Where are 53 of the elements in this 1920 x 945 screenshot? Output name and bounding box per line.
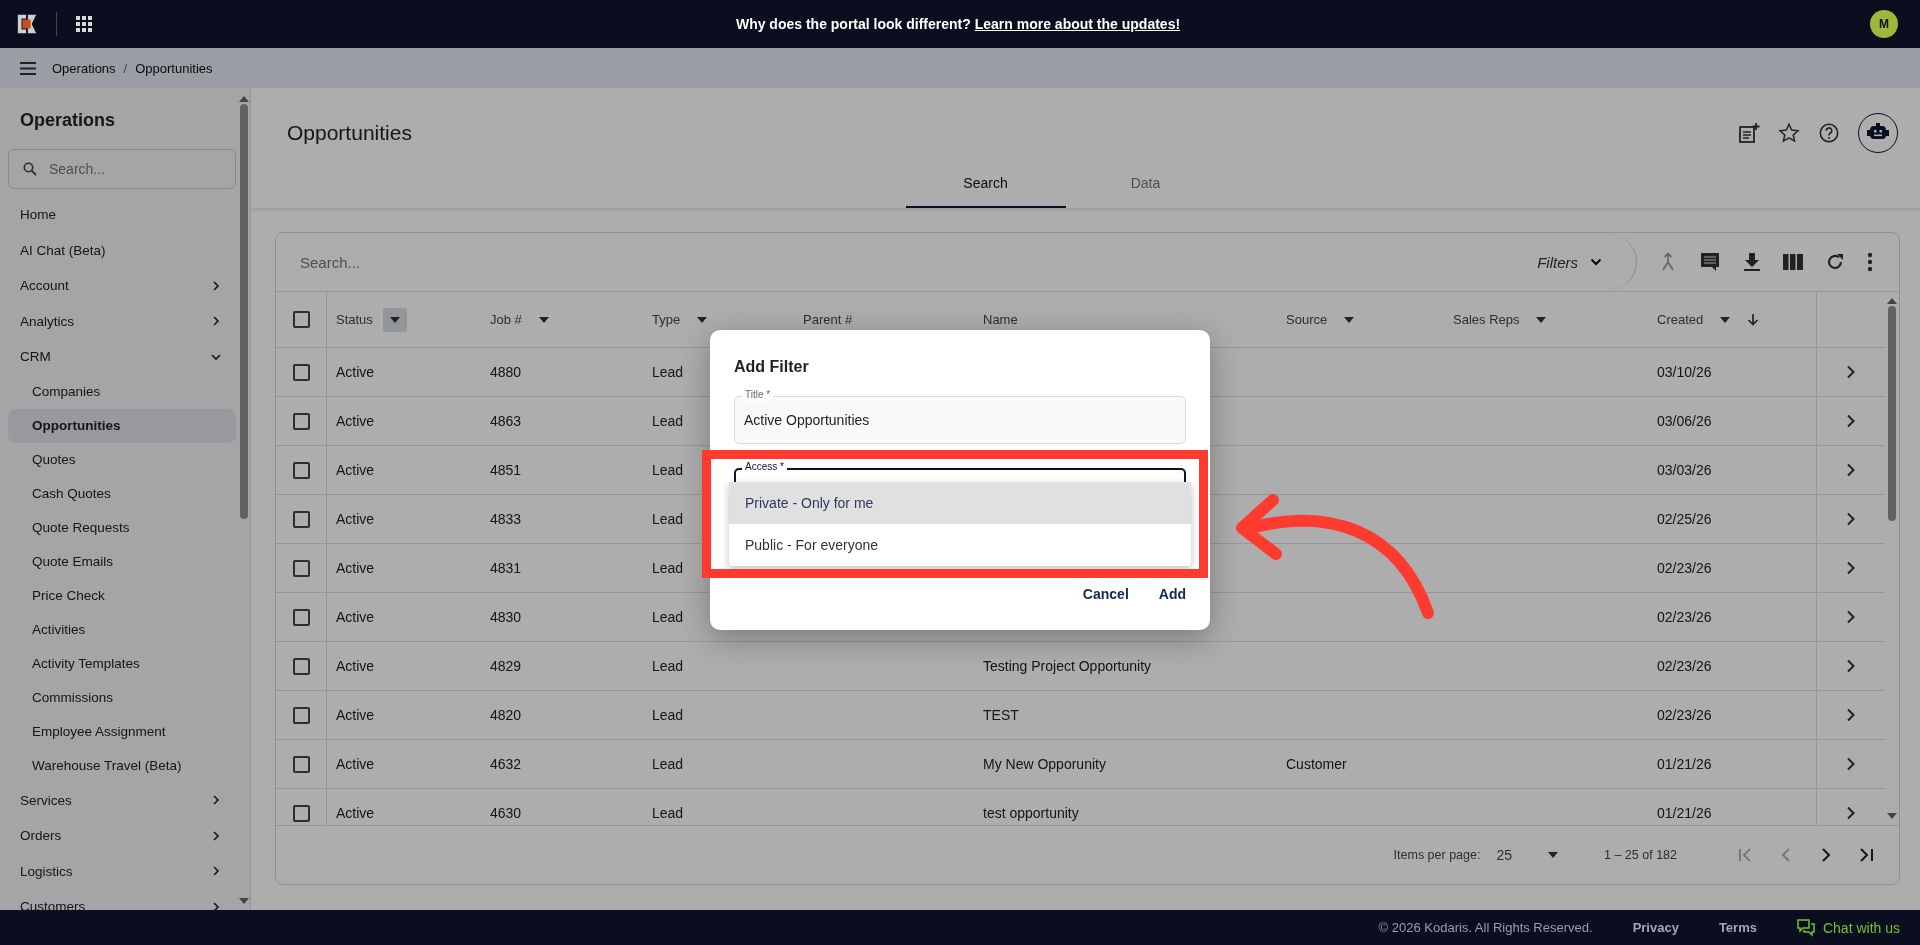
table-cell: Lead xyxy=(652,805,684,821)
table-cell: 02/23/26 xyxy=(1657,658,1712,674)
table-cell: Active xyxy=(336,609,375,625)
table-cell: Active xyxy=(336,364,375,380)
table-cell: 02/23/26 xyxy=(1657,609,1712,625)
page-range: 1 – 25 of 182 xyxy=(1604,848,1677,862)
table-cell: Customer xyxy=(1286,756,1347,772)
table-cell: Lead xyxy=(652,560,684,576)
page-title: Opportunities xyxy=(287,120,412,145)
table-cell: Active xyxy=(336,756,375,772)
table-cell: 03/06/26 xyxy=(1657,413,1712,429)
table-cell: 02/23/26 xyxy=(1657,707,1712,723)
items-per-page-label: Items per page: xyxy=(1393,848,1481,862)
table-cell: Lead xyxy=(652,658,684,674)
table-cell: 4632 xyxy=(490,756,522,772)
table-cell: 4830 xyxy=(490,609,522,625)
table-cell: Lead xyxy=(652,609,684,625)
table-cell: 03/03/26 xyxy=(1657,462,1712,478)
table-cell: Active xyxy=(336,707,375,723)
table-cell: 4630 xyxy=(490,805,522,821)
table-cell: 4831 xyxy=(490,560,522,576)
table-cell: Active xyxy=(336,560,375,576)
table-cell: Lead xyxy=(652,413,684,429)
copyright-text: © 2026 Kodaris. All Rights Reserved. xyxy=(1378,920,1593,935)
table-cell: 4851 xyxy=(490,462,522,478)
table-cell: Lead xyxy=(652,364,684,380)
breadcrumb-separator: / xyxy=(123,60,128,76)
table-cell: 4863 xyxy=(490,413,522,429)
table-cell: 03/10/26 xyxy=(1657,364,1712,380)
dialog-title: Add Filter xyxy=(734,358,810,376)
announcement-text: Why does the portal look different? xyxy=(735,16,971,32)
table-cell: Testing Project Opportunity xyxy=(983,658,1152,674)
table-cell: Active xyxy=(336,658,375,674)
table-cell: 01/21/26 xyxy=(1657,756,1712,772)
sidebar-title: Operations xyxy=(19,109,117,132)
table-cell: test opportunity xyxy=(983,805,1079,821)
table-cell: TEST xyxy=(983,707,1019,723)
table-cell: 4833 xyxy=(490,511,522,527)
table-cell: 02/25/26 xyxy=(1657,511,1712,527)
table-cell: Active xyxy=(336,462,375,478)
table-cell: 01/21/26 xyxy=(1657,805,1712,821)
table-cell: Active xyxy=(336,805,375,821)
table-cell: My New Opporunity xyxy=(983,756,1106,772)
table-cell: Lead xyxy=(652,511,684,527)
table-cell: Lead xyxy=(652,756,684,772)
table-cell: 4820 xyxy=(490,707,522,723)
table-cell: 02/23/26 xyxy=(1657,560,1712,576)
table-cell: Active xyxy=(336,511,375,527)
table-cell: Lead xyxy=(652,707,684,723)
table-cell: Lead xyxy=(652,462,684,478)
table-cell: 4829 xyxy=(490,658,522,674)
table-cell: 4880 xyxy=(490,364,522,380)
table-cell: Active xyxy=(336,413,375,429)
